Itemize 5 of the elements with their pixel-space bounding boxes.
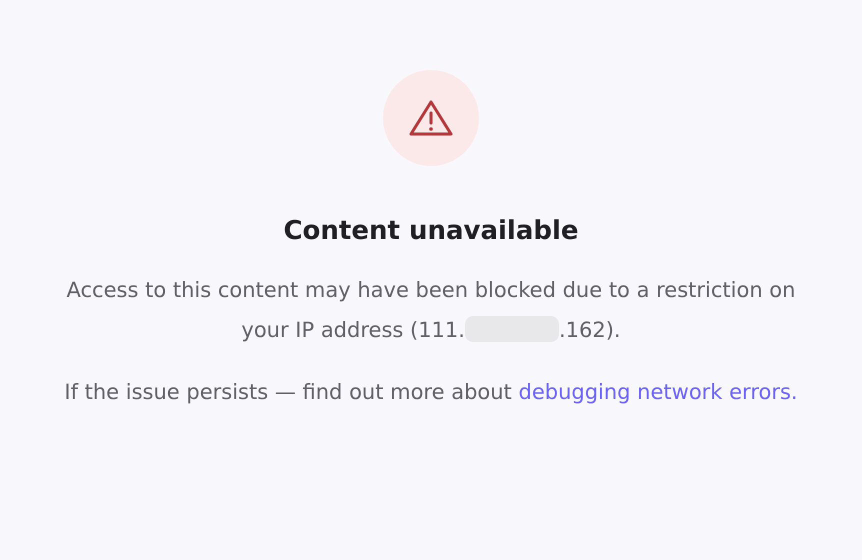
warning-icon bbox=[407, 98, 455, 138]
debugging-link[interactable]: debugging network errors. bbox=[518, 380, 798, 404]
help-text: If the issue persists — find out more about debugging network errors. bbox=[63, 379, 799, 406]
error-title: Content unavailable bbox=[283, 216, 579, 246]
error-message: Access to this content may have been blocked due to a restriction on your IP address (111. .162). bbox=[66, 277, 796, 344]
